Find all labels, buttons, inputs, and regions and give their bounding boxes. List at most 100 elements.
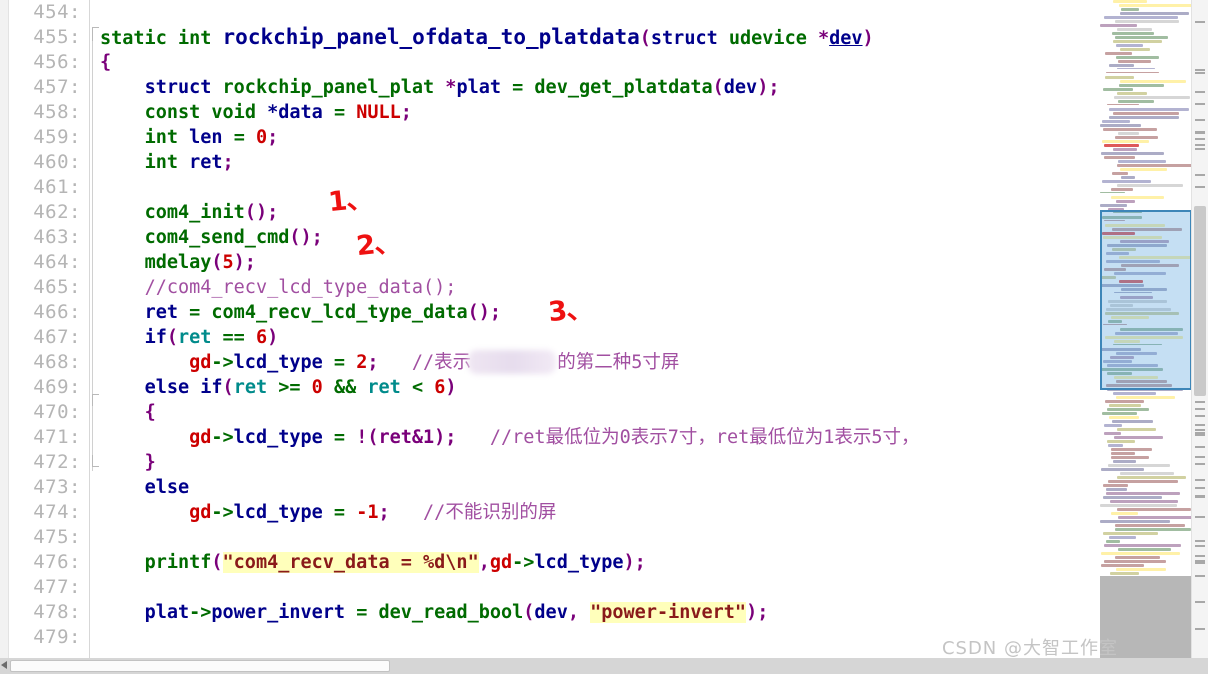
code-line[interactable]: //com4_recv_lcd_type_data(); xyxy=(100,275,1208,300)
minimap-line xyxy=(1107,104,1139,105)
code-line[interactable]: gd->lcd_type = 2; //表示 的第二种5寸屏 xyxy=(100,350,1208,375)
minimap-line xyxy=(1117,164,1192,167)
code-line[interactable]: { xyxy=(100,50,1208,75)
minimap-line xyxy=(1102,180,1151,183)
line-number: 458: xyxy=(33,101,81,123)
code-line[interactable]: int len = 0; xyxy=(100,125,1208,150)
vertical-scrollbar-thumb[interactable] xyxy=(1194,206,1206,396)
code-line[interactable]: else xyxy=(100,475,1208,500)
minimap-line xyxy=(1100,204,1127,207)
minimap-line xyxy=(1117,28,1152,31)
horizontal-scrollbar[interactable] xyxy=(0,658,1208,674)
code-line[interactable]: com4_send_cmd(); xyxy=(100,225,1208,250)
minimap-line xyxy=(1118,100,1154,103)
line-number: 470: xyxy=(33,401,81,423)
code-minimap[interactable] xyxy=(1100,0,1192,674)
minimap-line xyxy=(1109,108,1189,111)
code-line[interactable]: const void *data = NULL; xyxy=(100,100,1208,125)
minimap-line xyxy=(1103,88,1133,91)
code-line[interactable]: com4_init(); xyxy=(100,200,1208,225)
minimap-line xyxy=(1100,520,1170,523)
code-line[interactable]: struct rockchip_panel_plat *plat = dev_g… xyxy=(100,75,1208,100)
minimap-line xyxy=(1118,160,1166,163)
minimap-line xyxy=(1116,568,1166,571)
token-paren: ( xyxy=(211,552,223,573)
code-line[interactable] xyxy=(100,0,1208,25)
token-paren: ( xyxy=(639,28,651,49)
minimap-line xyxy=(1111,512,1138,515)
minimap-line xyxy=(1106,72,1159,73)
minimap-line xyxy=(1117,428,1156,431)
token-keyword: int xyxy=(144,127,178,148)
code-line[interactable]: mdelay(5); xyxy=(100,250,1208,275)
code-line[interactable]: { xyxy=(100,400,1208,425)
scrollbar-marker xyxy=(1195,560,1205,562)
minimap-line xyxy=(1112,172,1128,175)
token-keyword: int xyxy=(177,28,212,49)
minimap-line xyxy=(1108,464,1170,467)
code-line[interactable]: printf("com4_recv_data = %d\n",gd->lcd_t… xyxy=(100,550,1208,575)
minimap-line xyxy=(1113,112,1179,115)
token-semicolon: ; xyxy=(367,352,379,373)
code-line[interactable]: else if(ret >= 0 && ret < 6) xyxy=(100,375,1208,400)
minimap-line xyxy=(1119,84,1164,87)
scrollbar-marker xyxy=(1195,415,1205,417)
token-constant: NULL xyxy=(356,102,401,123)
minimap-line xyxy=(1119,4,1192,7)
token-argument: dev xyxy=(723,77,758,98)
code-line[interactable]: } xyxy=(100,450,1208,475)
code-line[interactable] xyxy=(100,575,1208,600)
vertical-scrollbar[interactable] xyxy=(1191,0,1208,674)
token-function-call: com4_recv_lcd_type_data xyxy=(211,302,468,323)
token-identifier-gd: gd xyxy=(189,427,212,448)
minimap-line xyxy=(1113,460,1136,463)
minimap-line xyxy=(1120,48,1150,51)
minimap-line xyxy=(1101,564,1144,567)
token-field: lcd_type xyxy=(534,552,624,573)
minimap-line xyxy=(1115,528,1191,531)
scrollbar-marker xyxy=(1195,601,1205,603)
minimap-line xyxy=(1104,424,1122,427)
code-area[interactable]: static int rockchip_panel_ofdata_to_plat… xyxy=(89,0,1208,674)
minimap-line xyxy=(1105,76,1134,79)
horizontal-scrollbar-thumb[interactable] xyxy=(10,660,390,672)
minimap-line xyxy=(1107,440,1135,443)
code-line[interactable]: plat->power_invert = dev_read_bool(dev, … xyxy=(100,600,1208,625)
minimap-line xyxy=(1118,516,1192,519)
token-comma: , xyxy=(478,552,490,573)
token-arrow: -> xyxy=(211,502,234,523)
minimap-line xyxy=(1101,552,1180,555)
token-keyword: void xyxy=(211,102,256,123)
code-line[interactable]: gd->lcd_type = -1; //不能识别的屏 xyxy=(100,500,1208,525)
line-number: 464: xyxy=(33,251,81,273)
code-line[interactable]: if(ret == 6) xyxy=(100,325,1208,350)
line-number: 466: xyxy=(33,301,81,323)
line-number: 457: xyxy=(33,76,81,98)
annotation-mark-3: 3、 xyxy=(546,292,594,329)
minimap-line xyxy=(1101,152,1164,155)
minimap-viewport[interactable] xyxy=(1100,210,1192,390)
line-number: 465: xyxy=(33,276,81,298)
scroll-left-arrow-icon[interactable] xyxy=(1,661,7,669)
token-argument: dev xyxy=(534,602,568,623)
token-number: 2 xyxy=(356,352,368,373)
code-line[interactable] xyxy=(100,525,1208,550)
code-line[interactable] xyxy=(100,175,1208,200)
token-arrow: -> xyxy=(512,552,535,573)
minimap-line xyxy=(1118,548,1171,551)
token-paren: ( xyxy=(166,327,178,348)
minimap-line xyxy=(1100,124,1141,127)
scrollbar-marker xyxy=(1195,148,1205,150)
scrollbar-marker xyxy=(1195,479,1205,481)
minimap-line xyxy=(1111,452,1135,455)
minimap-line xyxy=(1118,60,1151,63)
code-line[interactable]: int ret; xyxy=(100,150,1208,175)
token-string: "power-invert" xyxy=(590,602,747,623)
code-line[interactable]: ret = com4_recv_lcd_type_data(); xyxy=(100,300,1208,325)
minimap-line xyxy=(1115,36,1168,39)
minimap-line xyxy=(1108,480,1178,483)
code-line[interactable]: static int rockchip_panel_ofdata_to_plat… xyxy=(100,25,1208,50)
token-function-call: mdelay xyxy=(144,252,212,273)
code-line[interactable]: gd->lcd_type = !(ret&1); //ret最低位为0表示7寸，… xyxy=(100,425,1208,450)
minimap-line xyxy=(1117,476,1186,479)
